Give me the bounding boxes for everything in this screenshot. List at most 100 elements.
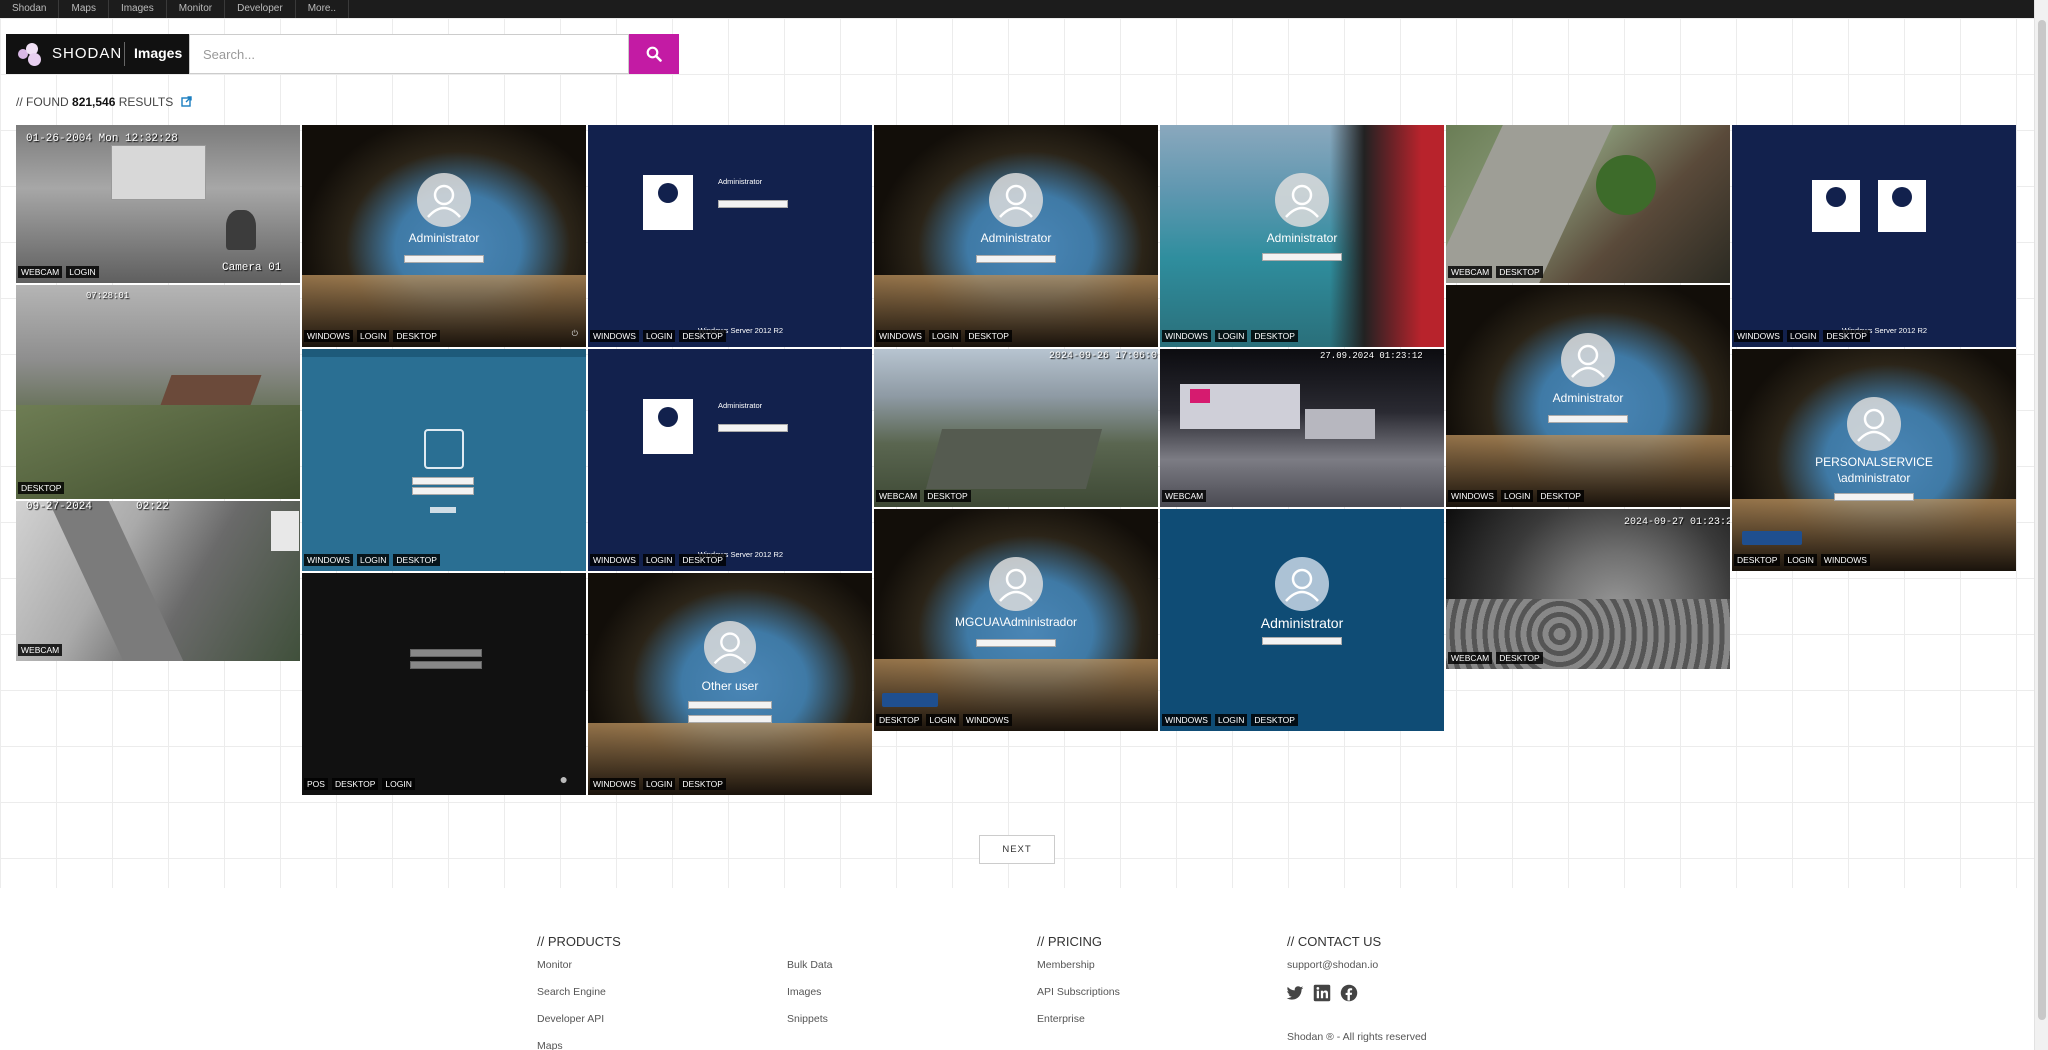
tag[interactable]: DESKTOP — [876, 714, 923, 726]
twitter-icon[interactable] — [1286, 984, 1304, 1002]
result-tile[interactable]: Administrator Windows Server 2012 R2 WIN… — [588, 125, 872, 347]
tag[interactable]: DESKTOP — [924, 490, 971, 502]
result-tile[interactable]: 07:28:01 DESKTOP — [16, 285, 300, 499]
result-tile[interactable]: POS DESKTOP LOGIN ● — [302, 573, 586, 795]
result-tile[interactable]: 27.09.2024 01:23:12 WEBCAM — [1160, 349, 1444, 507]
footer-link-membership[interactable]: Membership — [1037, 959, 1095, 971]
result-tile[interactable]: Administrator WINDOWS LOGIN DESKTOP — [1160, 125, 1444, 347]
linkedin-icon[interactable] — [1313, 984, 1331, 1002]
page-scrollbar[interactable] — [2034, 0, 2048, 1050]
support-email-link[interactable]: support@shodan.io — [1287, 959, 1378, 971]
result-tile[interactable]: 2024-09-26 17:06:03 WEBCAM DESKTOP — [874, 349, 1158, 507]
nav-images[interactable]: Images — [109, 0, 167, 18]
tag[interactable]: WEBCAM — [876, 490, 921, 502]
tag[interactable]: WINDOWS — [876, 330, 925, 342]
tag[interactable]: DESKTOP — [1251, 714, 1298, 726]
tag[interactable]: LOGIN — [642, 554, 676, 566]
result-tile[interactable]: Windows Server 2012 R2 WINDOWS LOGIN DESKT… — [1732, 125, 2016, 347]
result-tile[interactable]: WEBCAM DESKTOP — [1446, 125, 1730, 283]
user-avatar-icon — [704, 621, 756, 673]
facebook-icon[interactable] — [1340, 984, 1358, 1002]
result-tile[interactable]: Other user WINDOWS LOGIN DESKTOP — [588, 573, 872, 795]
tag[interactable]: WINDOWS — [304, 330, 353, 342]
tag[interactable]: LOGIN — [926, 714, 959, 726]
tag[interactable]: DESKTOP — [1823, 330, 1870, 342]
tag[interactable]: DESKTOP — [1496, 652, 1543, 664]
shodan-images-logo[interactable]: SHODAN Images — [6, 34, 189, 74]
tag[interactable]: WINDOWS — [1734, 330, 1783, 342]
nav-monitor[interactable]: Monitor — [167, 0, 226, 18]
result-tile[interactable]: WINDOWS LOGIN DESKTOP — [302, 349, 586, 571]
tag[interactable]: DESKTOP — [1734, 554, 1781, 566]
nav-maps[interactable]: Maps — [59, 0, 109, 18]
tag[interactable]: WEBCAM — [18, 644, 63, 656]
footer-link-bulk-data[interactable]: Bulk Data — [787, 959, 833, 971]
tag[interactable]: WEBCAM — [1448, 266, 1493, 278]
tag[interactable]: DESKTOP — [18, 482, 65, 494]
footer-link-maps[interactable]: Maps — [537, 1040, 563, 1050]
footer-link-developer-api[interactable]: Developer API — [537, 1013, 604, 1025]
tag[interactable]: WEBCAM — [1162, 490, 1207, 502]
result-tile[interactable]: MGCUA\Administrador DESKTOP LOGIN WINDOWS — [874, 509, 1158, 731]
tag[interactable]: LOGIN — [1500, 490, 1534, 502]
tag[interactable]: DESKTOP — [679, 330, 726, 342]
tag[interactable]: DESKTOP — [393, 554, 440, 566]
tag[interactable]: DESKTOP — [1496, 266, 1543, 278]
tag[interactable]: DESKTOP — [679, 778, 726, 790]
tag[interactable]: DESKTOP — [393, 330, 440, 342]
tag[interactable]: DESKTOP — [331, 778, 379, 790]
tag[interactable]: LOGIN — [382, 778, 415, 790]
nav-developer[interactable]: Developer — [225, 0, 296, 18]
result-tile[interactable]: Administrator WINDOWS LOGIN DESKTOP — [1160, 509, 1444, 731]
nav-more[interactable]: More.. — [296, 0, 350, 18]
logo-divider — [124, 42, 125, 66]
result-tile[interactable]: Administrator Windows Server 2012 R2 WIN… — [588, 349, 872, 571]
footer-link-monitor[interactable]: Monitor — [537, 959, 572, 971]
footer-link-search-engine[interactable]: Search Engine — [537, 986, 606, 998]
result-tile[interactable]: 09-27-2024 02:22 WEBCAM — [16, 501, 300, 661]
result-tile[interactable]: 01-26-2004 Mon 12:32:28 Camera 01 WEBCAM… — [16, 125, 300, 283]
tag[interactable]: WINDOWS — [590, 330, 639, 342]
tag[interactable]: WEBCAM — [1448, 652, 1493, 664]
tag[interactable]: DESKTOP — [679, 554, 726, 566]
external-link-icon[interactable] — [180, 96, 192, 107]
result-tile[interactable]: Administrator WINDOWS LOGIN DESKTOP — [874, 125, 1158, 347]
tag[interactable]: WINDOWS — [590, 778, 639, 790]
tag[interactable]: LOGIN — [356, 330, 390, 342]
tag[interactable]: DESKTOP — [1251, 330, 1298, 342]
result-tile[interactable]: PERSONALSERVICE \administrator DESKTOP LO… — [1732, 349, 2016, 571]
tag[interactable]: LOGIN — [642, 778, 676, 790]
tag[interactable]: POS — [304, 778, 328, 790]
footer-link-enterprise[interactable]: Enterprise — [1037, 1013, 1085, 1025]
tag[interactable]: LOGIN — [642, 330, 676, 342]
tag[interactable]: DESKTOP — [965, 330, 1012, 342]
tag[interactable]: WEBCAM — [18, 266, 63, 278]
nav-shodan[interactable]: Shodan — [0, 0, 60, 18]
search-input[interactable] — [189, 34, 629, 74]
search-button[interactable] — [629, 34, 679, 74]
footer-link-images[interactable]: Images — [787, 986, 821, 998]
tag[interactable]: LOGIN — [1214, 330, 1248, 342]
footer-link-api-subscriptions[interactable]: API Subscriptions — [1037, 986, 1120, 998]
next-page-button[interactable]: NEXT — [979, 835, 1055, 864]
tag[interactable]: LOGIN — [1786, 330, 1820, 342]
tag[interactable]: WINDOWS — [1162, 714, 1211, 726]
tag[interactable]: LOGIN — [1784, 554, 1817, 566]
shodan-logo-icon — [18, 43, 42, 66]
result-tile[interactable]: 2024-09-27 01:23:21 WEBCAM DESKTOP — [1446, 509, 1730, 669]
tag[interactable]: WINDOWS — [304, 554, 353, 566]
tag[interactable]: WINDOWS — [962, 714, 1012, 726]
footer-link-snippets[interactable]: Snippets — [787, 1013, 828, 1025]
result-tile[interactable]: Administrator WINDOWS LOGIN DESKTOP — [1446, 285, 1730, 507]
tag[interactable]: LOGIN — [356, 554, 390, 566]
tag[interactable]: LOGIN — [1214, 714, 1248, 726]
tag[interactable]: LOGIN — [928, 330, 962, 342]
tag[interactable]: WINDOWS — [590, 554, 639, 566]
scrollbar-thumb[interactable] — [2038, 20, 2046, 1020]
result-tile[interactable]: Administrator WINDOWS LOGIN DESKTOP ⏻ — [302, 125, 586, 347]
tag[interactable]: WINDOWS — [1162, 330, 1211, 342]
tag[interactable]: WINDOWS — [1448, 490, 1497, 502]
tag[interactable]: LOGIN — [66, 266, 99, 278]
tag[interactable]: WINDOWS — [1820, 554, 1870, 566]
tag[interactable]: DESKTOP — [1537, 490, 1584, 502]
